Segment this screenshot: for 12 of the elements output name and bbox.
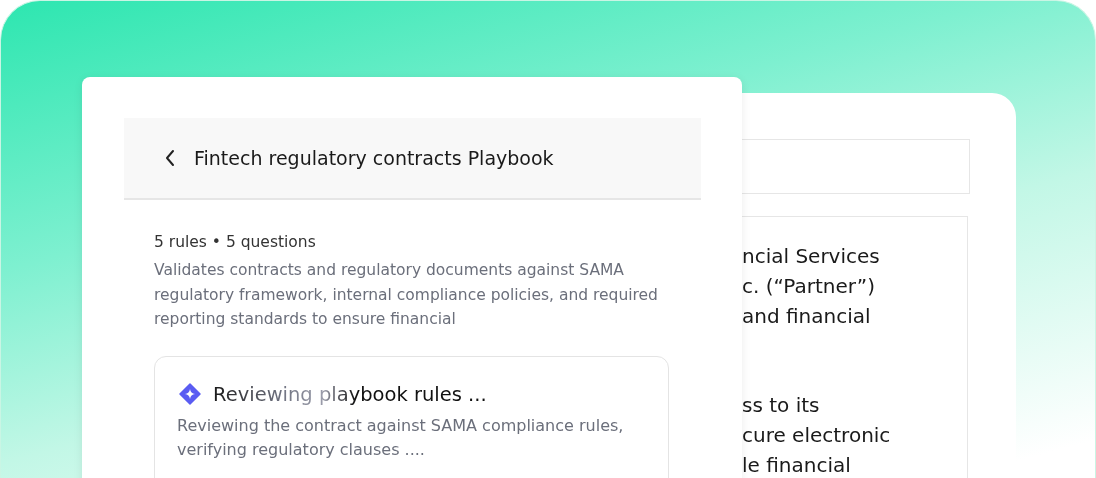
sparkle-diamond-icon bbox=[179, 383, 201, 405]
status-text: Reviewing the contract against SAMA compliance rules, verifying regulatory clauses .... bbox=[177, 414, 625, 461]
document-text-line: ss to its bbox=[742, 392, 820, 419]
back-chevron-icon[interactable] bbox=[164, 149, 176, 167]
rules-summary: 5 rules • 5 questions bbox=[154, 232, 317, 253]
document-text-line: ncial Services bbox=[742, 243, 880, 270]
document-text-line: le financial bbox=[742, 452, 851, 478]
document-text-line: and financial bbox=[742, 303, 871, 330]
document-text-line: c. (“Partner”) bbox=[742, 273, 875, 300]
playbook-description: Validates contracts and regulatory documents against SAMA regulatory framework, internal compliance policies, and required reporting standards to ensure financial bbox=[154, 260, 659, 330]
playbook-title: Fintech regulatory contracts Playbook bbox=[194, 147, 554, 169]
document-text-line: cure electronic bbox=[742, 422, 891, 449]
